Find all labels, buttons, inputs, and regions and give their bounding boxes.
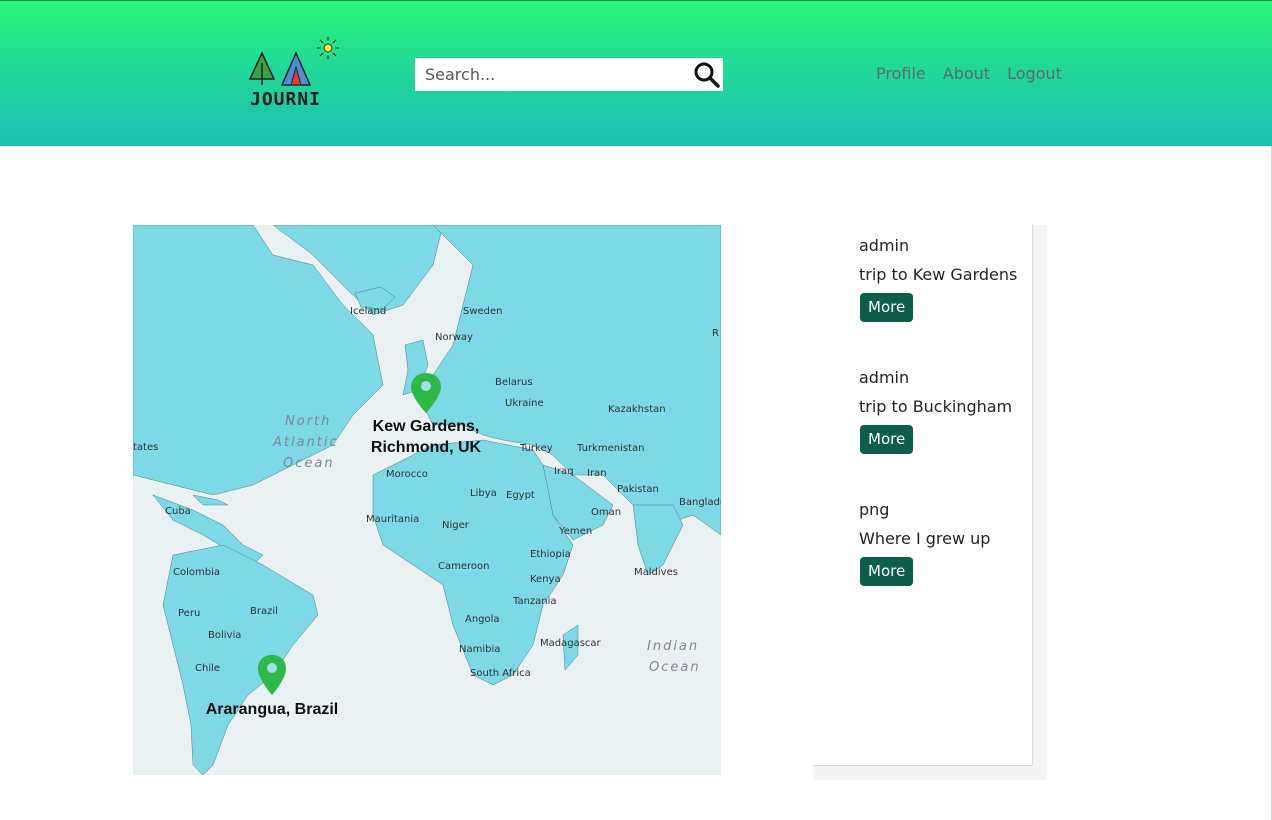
post-card: admin trip to Kew Gardens More: [859, 236, 1017, 322]
svg-text:South Africa: South Africa: [470, 668, 531, 679]
svg-text:Egypt: Egypt: [506, 490, 535, 501]
world-map[interactable]: Iceland Sweden Norway Belarus Ukraine Ka…: [133, 225, 721, 775]
svg-text:Turkey: Turkey: [519, 443, 553, 454]
svg-text:Libya: Libya: [470, 488, 497, 499]
post-title: Where I grew up: [859, 529, 991, 548]
svg-text:Ocean: Ocean: [283, 456, 335, 471]
logo-text: JOURNI: [250, 89, 321, 110]
main-nav: Profile About Logout: [876, 64, 1062, 83]
post-username: admin: [859, 236, 910, 255]
svg-text:Brazil: Brazil: [250, 606, 278, 617]
post-title: trip to Kew Gardens: [859, 265, 1018, 284]
post-username: png: [859, 500, 890, 519]
svg-text:Yemen: Yemen: [558, 526, 592, 537]
pin-label-kew-line2: Richmond, UK: [371, 439, 482, 456]
svg-text:Ukraine: Ukraine: [505, 398, 544, 409]
svg-text:Iceland: Iceland: [350, 306, 386, 317]
nav-logout-link[interactable]: Logout: [1007, 64, 1062, 83]
svg-text:Maldives: Maldives: [634, 567, 678, 578]
svg-text:Colombia: Colombia: [173, 567, 220, 578]
svg-text:Tanzania: Tanzania: [512, 596, 557, 607]
more-button[interactable]: More: [860, 557, 914, 586]
nav-about-link[interactable]: About: [943, 64, 990, 83]
more-button[interactable]: More: [860, 293, 914, 322]
svg-text:Kazakhstan: Kazakhstan: [608, 404, 666, 415]
svg-text:Pakistan: Pakistan: [617, 484, 659, 495]
svg-text:Angola: Angola: [465, 614, 500, 625]
svg-text:Peru: Peru: [178, 608, 200, 619]
pin-label-ararangua: Ararangua, Brazil: [206, 701, 338, 718]
search-input[interactable]: [415, 58, 685, 91]
svg-text:Kenya: Kenya: [530, 574, 561, 585]
svg-text:Bolivia: Bolivia: [208, 630, 241, 641]
sun-icon: [317, 37, 339, 59]
svg-text:Ocean: Ocean: [649, 660, 701, 675]
svg-text:R: R: [712, 328, 719, 339]
svg-text:Niger: Niger: [442, 520, 470, 531]
svg-text:Turkmenistan: Turkmenistan: [576, 443, 644, 454]
svg-text:Madagascar: Madagascar: [540, 638, 602, 649]
journi-logo[interactable]: JOURNI: [246, 33, 346, 113]
svg-text:Ethiopia: Ethiopia: [530, 549, 571, 560]
svg-text:North: North: [285, 414, 331, 429]
svg-text:Sweden: Sweden: [463, 306, 503, 317]
nav-profile-link[interactable]: Profile: [876, 64, 926, 83]
svg-text:Atlantic: Atlantic: [272, 435, 339, 450]
tent-icon: [280, 51, 312, 86]
svg-text:Iran: Iran: [587, 468, 607, 479]
svg-text:Morocco: Morocco: [386, 469, 428, 480]
search-bar: [415, 58, 723, 91]
search-icon[interactable]: [693, 61, 721, 89]
svg-text:Oman: Oman: [591, 507, 621, 518]
svg-text:Norway: Norway: [435, 332, 473, 343]
svg-text:Bangladesh: Bangladesh: [679, 497, 721, 508]
pin-label-kew-line1: Kew Gardens,: [373, 418, 480, 435]
posts-panel: admin trip to Kew Gardens More admin tri…: [813, 225, 1033, 766]
post-card: admin trip to Buckingham More: [859, 368, 1012, 454]
svg-text:Cameroon: Cameroon: [438, 561, 489, 572]
svg-text:Indian: Indian: [647, 639, 699, 654]
svg-text:Chile: Chile: [195, 663, 220, 674]
svg-text:tates: tates: [133, 442, 158, 453]
post-card: png Where I grew up More: [859, 500, 990, 586]
top-header: JOURNI Profile About Logout: [0, 0, 1272, 146]
svg-text:Cuba: Cuba: [165, 506, 191, 517]
tree-icon: [248, 51, 276, 85]
svg-text:Iraq: Iraq: [554, 466, 574, 477]
svg-text:Mauritania: Mauritania: [366, 514, 419, 525]
post-title: trip to Buckingham: [859, 397, 1013, 416]
svg-text:Belarus: Belarus: [495, 377, 533, 388]
land-masses: [133, 225, 721, 775]
post-username: admin: [859, 368, 910, 387]
svg-text:Namibia: Namibia: [459, 644, 500, 655]
more-button[interactable]: More: [860, 425, 914, 454]
